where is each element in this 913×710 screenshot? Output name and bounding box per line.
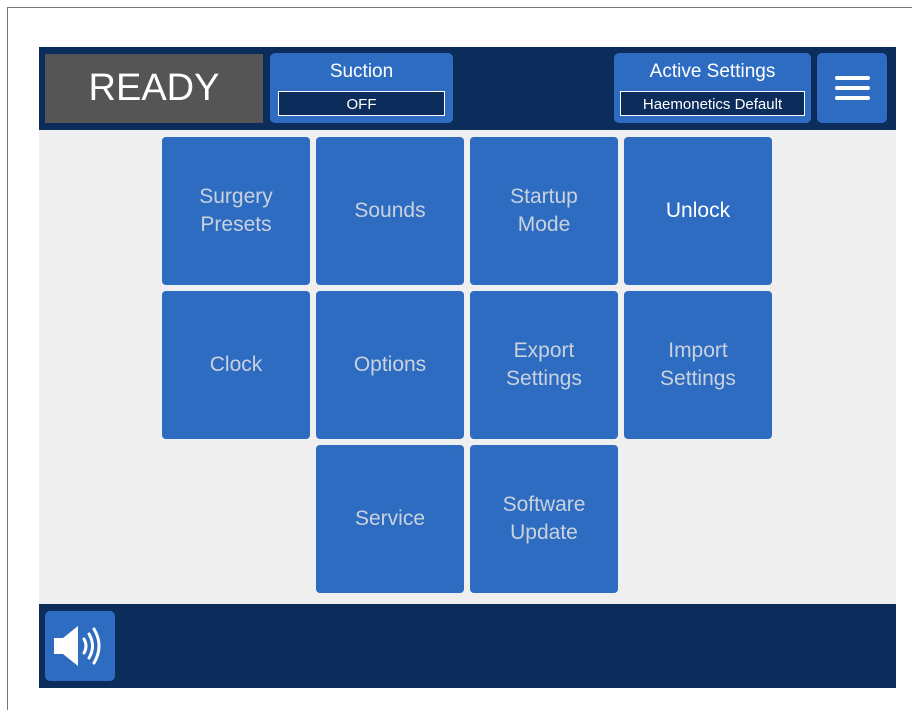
options-button[interactable]: Options [316, 291, 464, 439]
active-settings-value: Haemonetics Default [620, 91, 805, 116]
hamburger-menu-icon [835, 96, 870, 100]
service-button[interactable]: Service [316, 445, 464, 593]
import-settings-button[interactable]: Import Settings [624, 291, 772, 439]
unlock-button[interactable]: Unlock [624, 137, 772, 285]
export-settings-button[interactable]: Export Settings [470, 291, 618, 439]
startup-mode-button[interactable]: Startup Mode [470, 137, 618, 285]
software-update-button[interactable]: Software Update [470, 445, 618, 593]
status-indicator: READY [45, 54, 263, 123]
suction-panel[interactable]: Suction OFF [270, 53, 453, 123]
menu-button[interactable] [817, 53, 887, 123]
sound-button[interactable] [45, 611, 115, 681]
hamburger-menu-icon [835, 86, 870, 90]
suction-value: OFF [278, 91, 445, 116]
speaker-volume-icon [54, 626, 101, 666]
active-settings-panel[interactable]: Active Settings Haemonetics Default [614, 53, 811, 123]
top-bar: READY Suction OFF Active Settings Haemon… [39, 47, 896, 130]
clock-button[interactable]: Clock [162, 291, 310, 439]
sounds-button[interactable]: Sounds [316, 137, 464, 285]
active-settings-title: Active Settings [649, 61, 776, 82]
bottom-bar [39, 604, 896, 688]
hamburger-menu-icon [835, 76, 870, 80]
suction-title: Suction [329, 61, 394, 82]
surgery-presets-button[interactable]: Surgery Presets [162, 137, 310, 285]
app-screen: READY Suction OFF Active Settings Haemon… [39, 47, 896, 688]
